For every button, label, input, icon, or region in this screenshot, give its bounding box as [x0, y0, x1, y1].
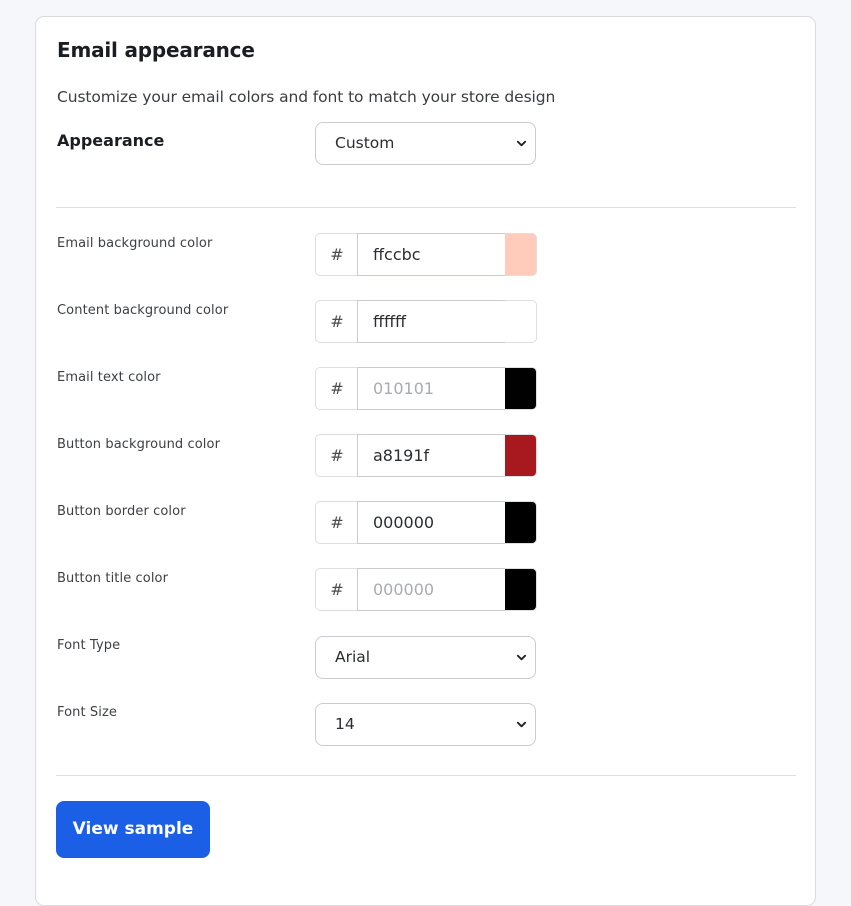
button-title-color-swatch[interactable]	[505, 568, 537, 611]
button-background-color-swatch[interactable]	[505, 434, 537, 477]
content-background-color-field: #	[315, 300, 537, 343]
email-appearance-card: Email appearance Customize your email co…	[35, 16, 816, 906]
email-text-color-swatch[interactable]	[505, 367, 537, 410]
content-background-color-label: Content background color	[57, 303, 229, 318]
divider	[56, 775, 796, 776]
button-title-color-input[interactable]	[357, 568, 506, 611]
button-background-color-field: #	[315, 434, 537, 477]
email-background-color-input[interactable]	[357, 233, 506, 276]
font-size-select[interactable]: 14	[315, 703, 536, 746]
font-size-label: Font Size	[57, 705, 118, 720]
content-background-color-swatch[interactable]	[505, 300, 537, 343]
section-description: Customize your email colors and font to …	[57, 88, 556, 106]
email-text-color-label: Email text color	[57, 370, 161, 385]
button-border-color-label: Button border color	[57, 504, 186, 519]
email-background-color-label: Email background color	[57, 236, 213, 251]
button-title-color-label: Button title color	[57, 571, 169, 586]
email-background-color-swatch[interactable]	[505, 233, 537, 276]
appearance-selected-value: Custom	[335, 134, 395, 152]
email-text-color-field: #	[315, 367, 537, 410]
content-background-color-input[interactable]	[357, 300, 506, 343]
button-border-color-swatch[interactable]	[505, 501, 537, 544]
hash-prefix: #	[315, 434, 358, 477]
font-size-selected-value: 14	[335, 715, 355, 733]
section-title: Email appearance	[57, 38, 255, 62]
font-type-label: Font Type	[57, 638, 121, 653]
button-background-color-label: Button background color	[57, 437, 221, 452]
appearance-select[interactable]: Custom	[315, 122, 536, 165]
font-type-select[interactable]: Arial	[315, 636, 536, 679]
chevron-down-icon	[516, 654, 527, 661]
divider	[56, 207, 796, 208]
view-sample-button[interactable]: View sample	[56, 801, 210, 858]
hash-prefix: #	[315, 233, 358, 276]
button-background-color-input[interactable]	[357, 434, 506, 477]
email-background-color-field: #	[315, 233, 537, 276]
chevron-down-icon	[516, 721, 527, 728]
hash-prefix: #	[315, 568, 358, 611]
button-border-color-input[interactable]	[357, 501, 506, 544]
hash-prefix: #	[315, 300, 358, 343]
button-title-color-field: #	[315, 568, 537, 611]
chevron-down-icon	[516, 140, 527, 147]
hash-prefix: #	[315, 367, 358, 410]
button-border-color-field: #	[315, 501, 537, 544]
email-text-color-input[interactable]	[357, 367, 506, 410]
font-type-selected-value: Arial	[335, 648, 371, 666]
appearance-label: Appearance	[57, 131, 165, 150]
hash-prefix: #	[315, 501, 358, 544]
